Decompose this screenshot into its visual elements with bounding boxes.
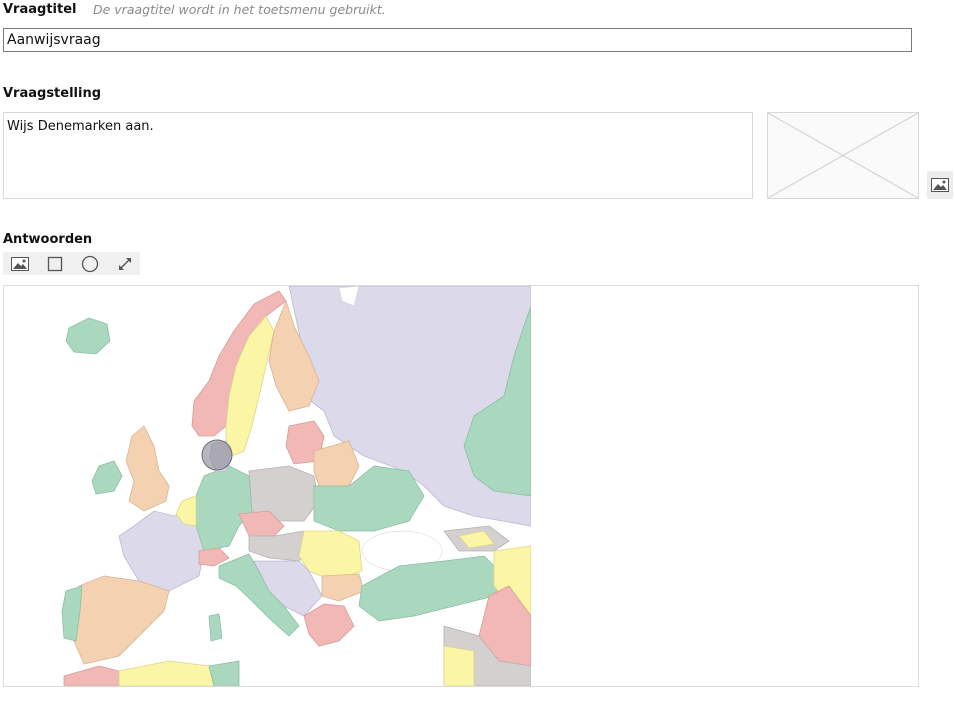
image-placeholder-cross <box>767 112 919 199</box>
answer-canvas[interactable] <box>3 285 919 687</box>
expand-button[interactable] <box>110 252 140 275</box>
question-text-label: Vraagstelling <box>3 86 102 101</box>
add-question-image-button[interactable] <box>927 171 953 199</box>
draw-rectangle-button[interactable] <box>40 252 70 275</box>
image-icon <box>11 256 29 271</box>
question-title-label: Vraagtitel <box>3 2 77 17</box>
question-text: Wijs Denemarken aan. <box>7 119 154 134</box>
question-image-placeholder <box>767 112 919 199</box>
draw-circle-button[interactable] <box>75 252 105 275</box>
upload-image-button[interactable] <box>5 252 35 275</box>
rectangle-icon <box>47 256 63 271</box>
question-title-input[interactable] <box>3 28 912 52</box>
circle-icon <box>81 255 99 272</box>
question-title-hint: De vraagtitel wordt in het toetsmenu geb… <box>93 2 386 17</box>
europe-map[interactable] <box>4 286 531 686</box>
map-egypt <box>443 645 475 686</box>
answers-label: Antwoorden <box>3 232 93 247</box>
question-text-editor[interactable]: Wijs Denemarken aan. <box>3 112 753 199</box>
answer-marker <box>201 439 233 471</box>
expand-icon <box>119 257 131 270</box>
image-icon <box>931 178 949 192</box>
answer-toolbar <box>3 252 140 275</box>
